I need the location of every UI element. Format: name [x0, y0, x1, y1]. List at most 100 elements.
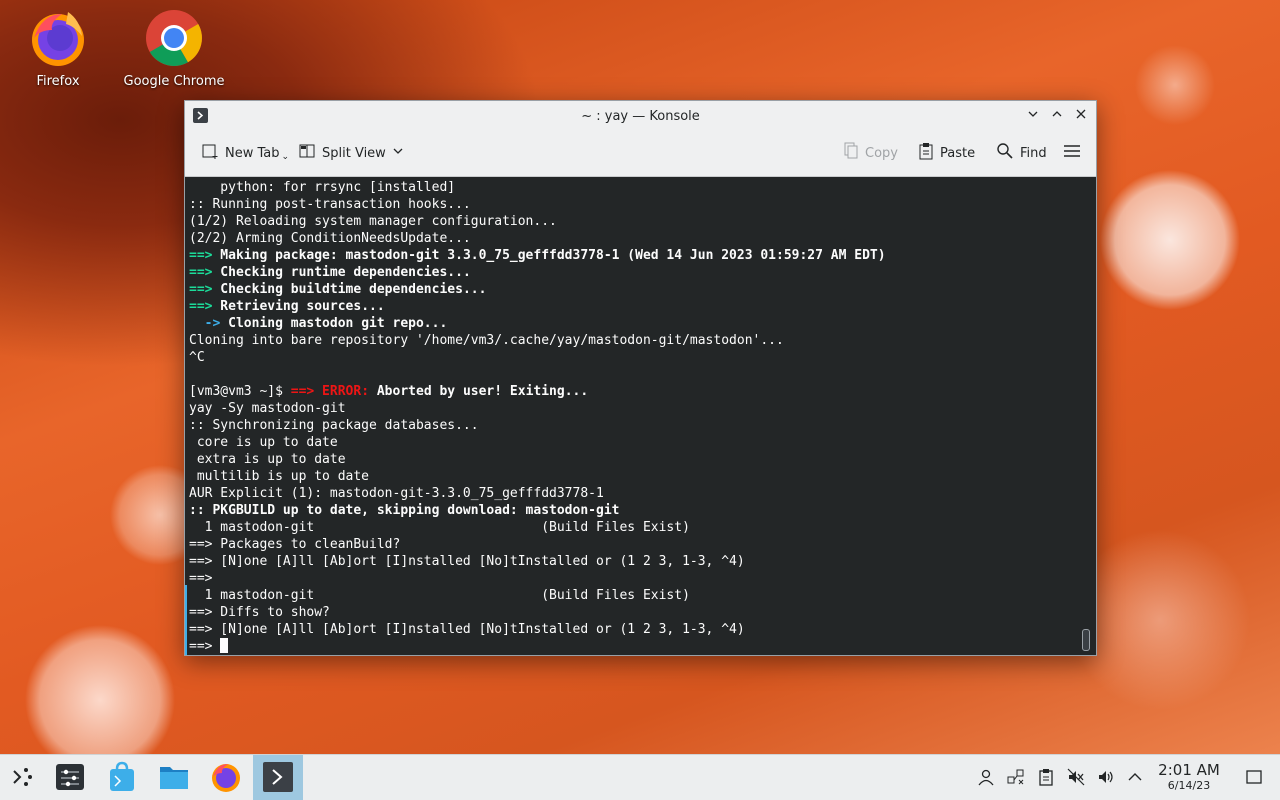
terminal-line: multilib is up to date	[189, 468, 1092, 485]
terminal-text: 1 mastodon-git (Build Files Exist)	[189, 588, 690, 603]
search-icon	[996, 142, 1014, 164]
new-tab-icon	[201, 142, 219, 164]
terminal-text: Cloning mastodon git repo...	[220, 316, 448, 331]
copy-button[interactable]: Copy	[843, 142, 898, 164]
terminal-line: ==>	[189, 570, 1092, 587]
terminal-text: [vm3@vm3 ~]$	[189, 384, 291, 399]
terminal-text: python: for rrsync [installed]	[189, 180, 456, 195]
chevron-down-icon	[392, 145, 404, 161]
desktop-icon-label: Firefox	[36, 74, 80, 89]
terminal-text: extra is up to date	[189, 452, 346, 467]
volume-muted-icon[interactable]	[1067, 768, 1085, 786]
minimize-button[interactable]	[1024, 107, 1042, 125]
desktop-icon-firefox[interactable]: Firefox	[3, 8, 113, 89]
terminal-text: ==> [N]one [A]ll [Ab]ort [I]nstalled [No…	[189, 554, 745, 569]
chrome-icon	[144, 8, 204, 68]
terminal-line: :: Synchronizing package databases...	[189, 417, 1092, 434]
window-title: ~ : yay — Konsole	[581, 108, 700, 124]
terminal-text: multilib is up to date	[189, 469, 370, 484]
konsole-icon[interactable]	[262, 761, 294, 793]
terminal-line: [vm3@vm3 ~]$ ==> ERROR: Aborted by user!…	[189, 383, 1092, 400]
paste-button[interactable]: Paste	[918, 143, 975, 163]
copy-label: Copy	[865, 145, 898, 161]
terminal-text: AUR Explicit (1): mastodon-git-3.3.0_75_…	[189, 486, 604, 501]
terminal-text: ->	[189, 316, 221, 331]
paste-icon	[918, 142, 934, 164]
terminal-line: extra is up to date	[189, 451, 1092, 468]
terminal-text: Making package: mastodon-git 3.3.0_75_ge…	[212, 248, 886, 263]
chevron-down-icon: ⌄	[281, 152, 290, 162]
network-icon[interactable]	[1007, 768, 1025, 786]
terminal-text: Aborted by user! Exiting...	[369, 384, 589, 399]
terminal-text: :: Synchronizing package databases...	[189, 418, 479, 433]
hamburger-menu-button[interactable]	[1063, 143, 1081, 163]
konsole-toolbar: New Tab ⌄ Split View Copy Paste Find	[185, 131, 1096, 177]
app-launcher-icon[interactable]	[6, 761, 38, 793]
terminal-scrollbar[interactable]	[1082, 629, 1090, 651]
terminal-text: 1 mastodon-git (Build Files Exist)	[189, 520, 690, 535]
terminal-line: (1/2) Reloading system manager configura…	[189, 213, 1092, 230]
konsole-window: ~ : yay — Konsole New Tab ⌄ Split View C…	[184, 100, 1097, 656]
find-button[interactable]: Find	[996, 143, 1047, 163]
terminal-line: ^C	[189, 349, 1092, 366]
terminal-line: :: PKGBUILD up to date, skipping downloa…	[189, 502, 1092, 519]
split-view-icon	[298, 142, 316, 164]
taskbar: 2:01 AM 6/14/23	[0, 754, 1280, 800]
firefox-icon[interactable]	[210, 761, 242, 793]
terminal-line: ==>	[189, 638, 1092, 655]
terminal-line: ==> [N]one [A]ll [Ab]ort [I]nstalled [No…	[189, 553, 1092, 570]
terminal-line: ==> Packages to cleanBuild?	[189, 536, 1092, 553]
paste-label: Paste	[940, 145, 976, 161]
clipboard-icon[interactable]	[1037, 768, 1055, 786]
terminal-text: ==>	[189, 265, 213, 280]
split-view-button[interactable]: Split View	[298, 143, 404, 163]
selection-marker	[185, 585, 187, 655]
terminal-line: ==> Retrieving sources...	[189, 298, 1092, 315]
terminal-line: python: for rrsync [installed]	[189, 179, 1092, 196]
terminal-text: ==>	[189, 571, 213, 586]
user-icon[interactable]	[977, 768, 995, 786]
volume-icon[interactable]	[1097, 768, 1115, 786]
terminal-text: ==> Packages to cleanBuild?	[189, 537, 401, 552]
new-tab-label: New Tab	[225, 145, 280, 161]
desktop-icon-chrome[interactable]: Google Chrome	[119, 8, 229, 89]
terminal-line: 1 mastodon-git (Build Files Exist)	[189, 587, 1092, 604]
discover-icon[interactable]	[106, 761, 138, 793]
dolphin-icon[interactable]	[158, 761, 190, 793]
chevron-up-icon[interactable]	[1126, 768, 1144, 786]
copy-icon	[843, 142, 859, 164]
desktop-icon-label: Google Chrome	[123, 74, 225, 89]
terminal-line: yay -Sy mastodon-git	[189, 400, 1092, 417]
terminal-line: (2/2) Arming ConditionNeedsUpdate...	[189, 230, 1092, 247]
clock-time: 2:01 AM	[1158, 761, 1220, 779]
find-label: Find	[1020, 145, 1047, 161]
window-titlebar[interactable]: ~ : yay — Konsole	[185, 101, 1096, 131]
terminal-text: ==>	[189, 299, 213, 314]
terminal-line: 1 mastodon-git (Build Files Exist)	[189, 519, 1092, 536]
terminal-line: AUR Explicit (1): mastodon-git-3.3.0_75_…	[189, 485, 1092, 502]
terminal-text: Cloning into bare repository '/home/vm3/…	[189, 333, 784, 348]
terminal-text: Retrieving sources...	[212, 299, 385, 314]
terminal-line: Cloning into bare repository '/home/vm3/…	[189, 332, 1092, 349]
close-button[interactable]	[1072, 107, 1090, 125]
terminal-text: ==> Diffs to show?	[189, 605, 330, 620]
maximize-button[interactable]	[1048, 107, 1066, 125]
terminal-text: ^C	[189, 350, 205, 365]
terminal-text: Checking buildtime dependencies...	[212, 282, 487, 297]
clock-date: 6/14/23	[1167, 779, 1211, 792]
terminal-text: yay -Sy mastodon-git	[189, 401, 346, 416]
system-settings-icon[interactable]	[54, 761, 86, 793]
terminal-line: ==> Checking buildtime dependencies...	[189, 281, 1092, 298]
terminal-line: :: Running post-transaction hooks...	[189, 196, 1092, 213]
terminal-line: ==> Checking runtime dependencies...	[189, 264, 1092, 281]
hamburger-menu-icon	[1063, 142, 1081, 164]
new-tab-button[interactable]: New Tab ⌄	[201, 143, 289, 163]
terminal-text: (1/2) Reloading system manager configura…	[189, 214, 557, 229]
clock[interactable]: 2:01 AM 6/14/23	[1150, 761, 1228, 792]
terminal-output[interactable]: python: for rrsync [installed]:: Running…	[185, 177, 1096, 655]
terminal-text: ==>	[189, 639, 221, 654]
show-desktop-icon[interactable]	[1245, 768, 1263, 786]
terminal-line: core is up to date	[189, 434, 1092, 451]
konsole-app-icon	[193, 108, 208, 123]
